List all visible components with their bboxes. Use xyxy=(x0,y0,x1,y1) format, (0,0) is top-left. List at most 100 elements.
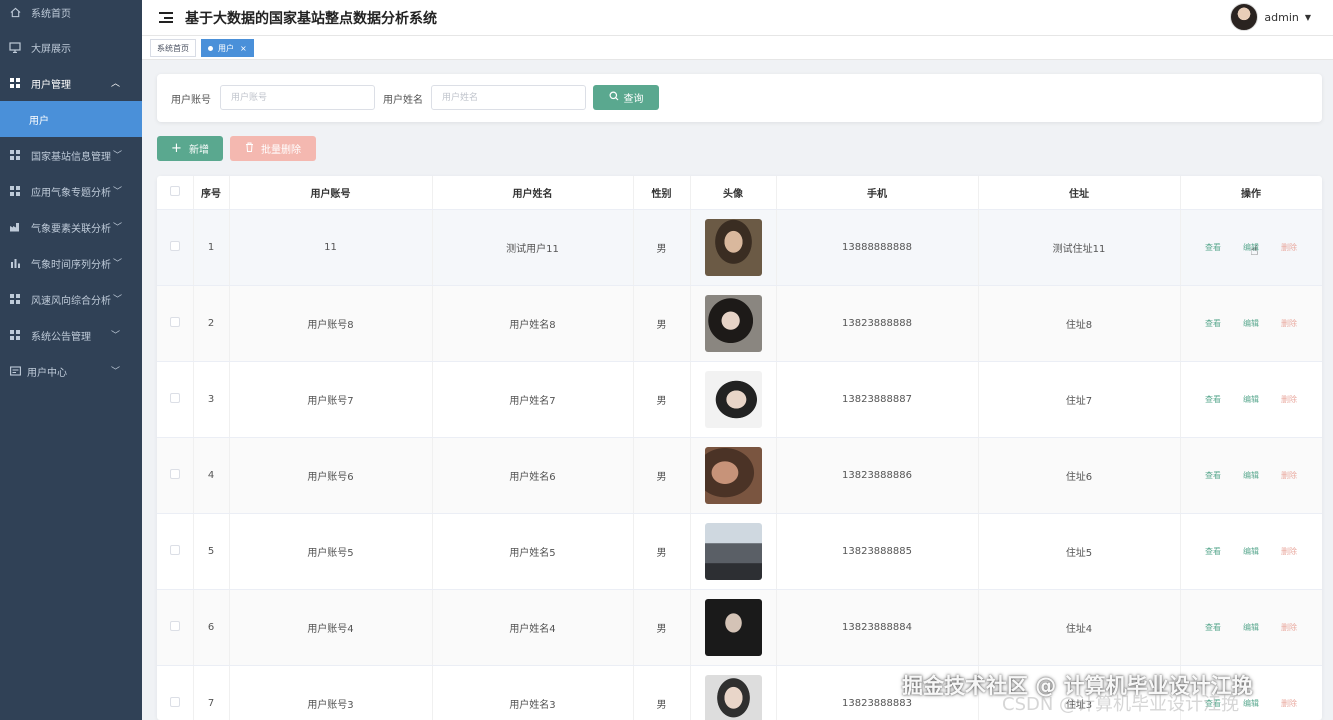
row-checkbox[interactable] xyxy=(169,468,180,479)
close-icon[interactable]: × xyxy=(240,44,247,53)
row-checkbox[interactable] xyxy=(169,240,180,251)
avatar-image[interactable] xyxy=(704,522,762,580)
cell-ops: 查看 编辑 删除 xyxy=(1180,361,1322,438)
active-dot-icon xyxy=(208,45,213,51)
sidebar-item-correlation[interactable]: 气象要素关联分析 ﹀ xyxy=(0,209,142,245)
tab-home[interactable]: 系统首页 xyxy=(150,39,196,57)
cell-avatar xyxy=(690,437,777,514)
edit-button[interactable]: 编辑 xyxy=(1243,470,1259,481)
cell-phone: 13823888885 xyxy=(776,513,979,590)
avatar-image[interactable] xyxy=(704,218,762,276)
add-label: 新增 xyxy=(188,145,209,156)
view-button[interactable]: 查看 xyxy=(1205,318,1221,329)
cell-no: 5 xyxy=(193,513,230,590)
sidebar-item-bigscreen[interactable]: 大屏展示 xyxy=(0,29,142,65)
menu-toggle-icon[interactable] xyxy=(159,12,173,23)
query-label: 查询 xyxy=(623,94,644,105)
row-checkbox[interactable] xyxy=(169,544,180,555)
column-header: 用户姓名 xyxy=(432,176,634,210)
cell-no: 2 xyxy=(193,285,230,362)
sidebar-item-users[interactable]: 用户 xyxy=(0,101,142,137)
cell-no: 1 xyxy=(193,209,230,286)
sidebar-item-label: 系统公告管理 xyxy=(31,331,91,343)
cell-gender: 男 xyxy=(633,285,691,362)
row-select-cell[interactable] xyxy=(157,665,194,720)
name-input[interactable] xyxy=(431,85,586,110)
user-name[interactable]: admin xyxy=(1264,11,1298,24)
edit-button[interactable]: 编辑 xyxy=(1243,394,1259,405)
batch-delete-button[interactable]: 批量删除 xyxy=(230,136,316,161)
tab-users[interactable]: 用户 × xyxy=(201,39,254,57)
select-all-checkbox[interactable] xyxy=(169,185,180,196)
edit-button[interactable]: 编辑 xyxy=(1243,546,1259,557)
avatar-image[interactable] xyxy=(704,446,762,504)
view-button[interactable]: 查看 xyxy=(1205,470,1221,481)
delete-button[interactable]: 删除 xyxy=(1281,394,1297,405)
view-button[interactable]: 查看 xyxy=(1205,546,1221,557)
delete-button[interactable]: 删除 xyxy=(1281,622,1297,633)
cell-gender: 男 xyxy=(633,513,691,590)
sidebar-item-user-management[interactable]: 用户管理 ︿ xyxy=(0,65,142,101)
query-button[interactable]: 查询 xyxy=(593,85,659,110)
trash-icon xyxy=(245,142,254,155)
tab-label: 系统首页 xyxy=(157,43,189,53)
name-label: 用户姓名 xyxy=(383,95,423,106)
avatar-image[interactable] xyxy=(704,370,762,428)
delete-button[interactable]: 删除 xyxy=(1281,470,1297,481)
avatar-image[interactable] xyxy=(704,294,762,352)
avatar[interactable] xyxy=(1230,3,1259,31)
sidebar-item-user-center[interactable]: 用户中心 ﹀ xyxy=(0,353,142,389)
cell-avatar xyxy=(690,209,777,286)
row-checkbox[interactable] xyxy=(169,316,180,327)
sidebar-item-announcements[interactable]: 系统公告管理 ﹀ xyxy=(0,317,142,353)
sidebar-item-timeseries[interactable]: 气象时间序列分析 ﹀ xyxy=(0,245,142,281)
view-button[interactable]: 查看 xyxy=(1205,242,1221,253)
delete-button[interactable]: 删除 xyxy=(1281,698,1297,709)
select-all-cell[interactable] xyxy=(157,176,194,210)
column-header: 手机 xyxy=(776,176,979,210)
chevron-down-icon: ﹀ xyxy=(112,295,122,305)
watermark-csdn: CSDN @计算机毕业设计江挽 xyxy=(1002,694,1240,715)
delete-button[interactable]: 删除 xyxy=(1281,318,1297,329)
edit-button[interactable]: 编辑 xyxy=(1243,318,1259,329)
app-title: 基于大数据的国家基站整点数据分析系统 xyxy=(185,10,437,27)
row-select-cell[interactable] xyxy=(157,589,194,666)
user-menu[interactable]: admin ▼ xyxy=(1230,3,1311,31)
home-icon xyxy=(9,6,21,18)
cell-gender: 男 xyxy=(633,665,691,720)
row-select-cell[interactable] xyxy=(157,513,194,590)
cell-ops: 查看 编辑 删除 xyxy=(1180,513,1322,590)
cell-gender: 男 xyxy=(633,589,691,666)
caret-down-icon[interactable]: ▼ xyxy=(1305,13,1311,22)
cell-address: 住址5 xyxy=(978,513,1181,590)
row-checkbox[interactable] xyxy=(169,392,180,403)
edit-button[interactable]: 编辑 xyxy=(1243,622,1259,633)
add-button[interactable]: + 新增 xyxy=(157,136,223,161)
user-table: 序号 用户账号 用户姓名 性别 头像 手机 住址 操作 1 11 测试用户11 … xyxy=(157,176,1322,720)
cell-name: 测试用户11 xyxy=(432,209,634,286)
cell-avatar xyxy=(690,285,777,362)
delete-button[interactable]: 删除 xyxy=(1281,242,1297,253)
cell-ops: 查看 编辑 删除 xyxy=(1180,589,1322,666)
view-button[interactable]: 查看 xyxy=(1205,622,1221,633)
sidebar-item-home[interactable]: 系统首页 xyxy=(0,0,142,24)
avatar-image[interactable] xyxy=(704,674,762,720)
account-input[interactable] xyxy=(220,85,375,110)
chevron-down-icon: ﹀ xyxy=(110,331,120,341)
sidebar-item-base-station[interactable]: 国家基站信息管理 ﹀ xyxy=(0,137,142,173)
row-select-cell[interactable] xyxy=(157,361,194,438)
sidebar-item-wind[interactable]: 风速风向综合分析 ﹀ xyxy=(0,281,142,317)
row-select-cell[interactable] xyxy=(157,285,194,362)
view-button[interactable]: 查看 xyxy=(1205,394,1221,405)
cell-avatar xyxy=(690,589,777,666)
sidebar-item-weather-topics[interactable]: 应用气象专题分析 ﹀ xyxy=(0,173,142,209)
row-checkbox[interactable] xyxy=(169,620,180,631)
row-select-cell[interactable] xyxy=(157,437,194,514)
delete-button[interactable]: 删除 xyxy=(1281,546,1297,557)
row-checkbox[interactable] xyxy=(169,696,180,707)
row-select-cell[interactable] xyxy=(157,209,194,286)
avatar-image[interactable] xyxy=(704,598,762,656)
cell-phone: 13888888888 xyxy=(776,209,979,286)
column-header: 序号 xyxy=(193,176,230,210)
search-form: 用户账号 用户姓名 查询 xyxy=(157,74,1322,122)
